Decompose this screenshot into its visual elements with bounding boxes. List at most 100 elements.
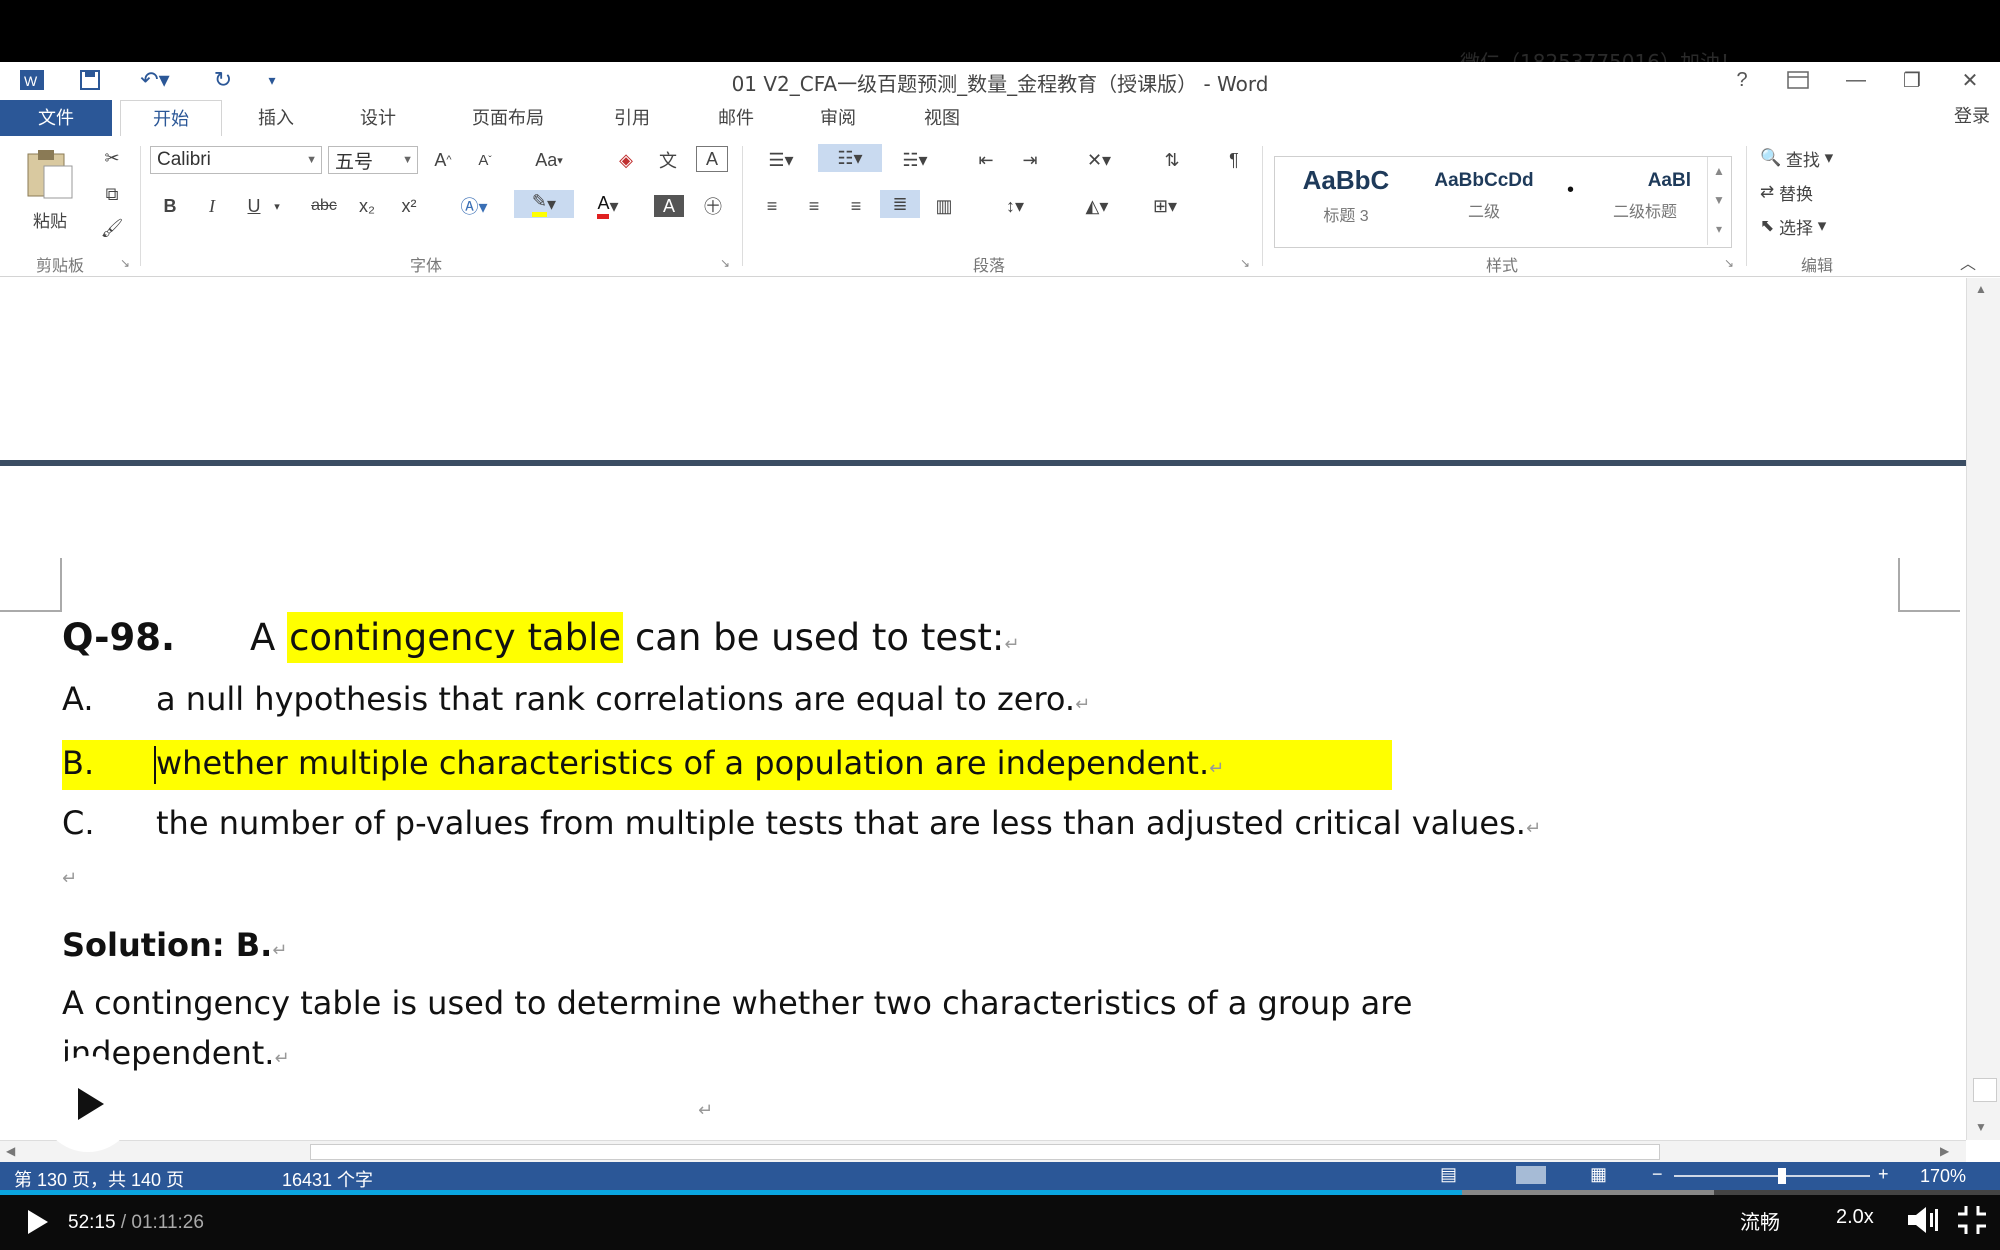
ribbon: 粘贴 ✂ ⧉ 🖌 剪贴板 ↘ Calibri ▼ 五号 ▼ A ^ Aˇ Aa ▾ ◈ … [0, 136, 2000, 277]
chevron-down-icon[interactable]: ▾ [268, 192, 286, 220]
word-count[interactable]: 16431 个字 [282, 1166, 373, 1190]
speed-button[interactable]: 2.0x [1836, 1206, 1874, 1229]
close-icon[interactable]: ✕ [1950, 66, 1990, 94]
find-button[interactable]: 🔍 查找 ▾ [1760, 144, 1880, 172]
zoom-slider[interactable] [1674, 1175, 1870, 1177]
replace-button[interactable]: ⇄ 替换 [1760, 178, 1880, 206]
subscript-button[interactable]: x₂ [352, 192, 382, 220]
align-center-icon[interactable]: ≡ [796, 192, 832, 220]
cut-icon[interactable]: ✂ [96, 144, 128, 172]
tab-review[interactable]: 审阅 [798, 100, 878, 136]
shrink-font-icon[interactable]: Aˇ [470, 146, 500, 174]
play-button[interactable] [24, 1208, 50, 1241]
zoom-slider-thumb[interactable] [1777, 1168, 1786, 1184]
zoom-out-icon[interactable]: − [1652, 1164, 1663, 1185]
borders-icon[interactable]: ⊞▾ [1138, 192, 1192, 220]
text-effects-icon[interactable]: Ⓐ▾ [454, 192, 494, 220]
line-spacing-icon[interactable]: ↕▾ [988, 192, 1042, 220]
highlight-color-icon[interactable]: ✎ ▾ [514, 190, 574, 218]
character-border-icon[interactable]: A [696, 146, 728, 172]
select-button[interactable]: ⬉ 选择 ▾ [1760, 212, 1880, 240]
phonetic-guide-icon[interactable]: 文 [652, 146, 684, 174]
volume-button[interactable] [1906, 1204, 1940, 1241]
minimize-icon[interactable]: — [1836, 66, 1876, 94]
tab-mailings[interactable]: 邮件 [696, 100, 776, 136]
tab-home[interactable]: 开始 [120, 100, 222, 138]
font-name-combo[interactable]: Calibri ▼ [150, 146, 322, 174]
multilevel-list-icon[interactable]: ☵▾ [888, 146, 942, 174]
increase-indent-icon[interactable]: ⇥ [1012, 146, 1048, 174]
collapse-ribbon-icon[interactable]: ︿ [1960, 250, 1976, 274]
scroll-right-icon[interactable]: ▶ [1940, 1144, 1949, 1158]
style-level-2[interactable]: AaBbCcDd 二级 [1421, 165, 1547, 241]
styles-scroll[interactable]: ▲ ▼ ▾ [1707, 157, 1730, 245]
vertical-scrollbar[interactable]: ▲ ▼ [1966, 278, 2000, 1140]
enclose-characters-icon[interactable]: ㊉ [696, 192, 730, 220]
progress-bar[interactable] [0, 1190, 2000, 1195]
tab-design[interactable]: 设计 [338, 100, 418, 136]
font-color-icon[interactable]: A ▾ [584, 192, 632, 220]
paragraph-launcher-icon[interactable]: ↘ [1240, 256, 1250, 270]
change-case-button[interactable]: Aa ▾ [526, 146, 572, 174]
scroll-left-icon[interactable]: ◀ [6, 1144, 15, 1158]
group-separator [742, 146, 743, 266]
group-separator [1262, 146, 1263, 266]
page-break-divider [0, 460, 1966, 466]
bold-button[interactable]: B [156, 192, 184, 220]
horizontal-scrollbar[interactable]: ◀ ▶ [0, 1140, 1966, 1163]
font-launcher-icon[interactable]: ↘ [720, 256, 730, 270]
shading-icon[interactable]: ◭▾ [1070, 192, 1124, 220]
styles-launcher-icon[interactable]: ↘ [1724, 256, 1734, 270]
ribbon-display-options-icon[interactable] [1778, 66, 1818, 94]
decrease-indent-icon[interactable]: ⇤ [968, 146, 1004, 174]
character-shading-icon[interactable]: A [654, 195, 684, 217]
zoom-in-icon[interactable]: + [1878, 1164, 1889, 1185]
sort-icon[interactable]: ⇅ [1154, 146, 1190, 174]
superscript-button[interactable]: x² [394, 192, 424, 220]
strikethrough-button[interactable]: abc [302, 192, 346, 220]
underline-button[interactable]: U [240, 192, 268, 220]
clipboard-launcher-icon[interactable]: ↘ [120, 256, 130, 270]
style-heading-3[interactable]: AaBbC 标题 3 [1281, 165, 1411, 241]
web-layout-icon[interactable]: ▦ [1590, 1164, 1607, 1185]
copy-icon[interactable]: ⧉ [96, 180, 128, 208]
clear-format-icon[interactable]: ◈ [610, 146, 642, 174]
show-marks-icon[interactable]: ¶ [1216, 146, 1252, 174]
read-mode-icon[interactable]: ▤ [1440, 1164, 1457, 1185]
vertical-scroll-thumb[interactable] [1973, 1078, 1997, 1102]
scroll-down-icon[interactable]: ▼ [1975, 1120, 1987, 1134]
align-left-icon[interactable]: ≡ [754, 192, 790, 220]
page-count[interactable]: 第 130 页，共 140 页 [14, 1166, 184, 1190]
italic-button[interactable]: I [198, 192, 226, 220]
zoom-level[interactable]: 170% [1920, 1166, 1966, 1187]
exit-fullscreen-button[interactable] [1956, 1204, 1988, 1241]
justify-icon[interactable]: ≣ [880, 190, 920, 218]
tab-layout[interactable]: 页面布局 [448, 100, 568, 136]
option-c-text: the number of p-values from multiple tes… [156, 804, 1541, 842]
login-link[interactable]: 登录 [1954, 102, 1990, 128]
big-play-button[interactable] [40, 1056, 136, 1152]
paragraph-mark: ↵ [698, 1100, 714, 1121]
restore-icon[interactable]: ❐ [1892, 66, 1932, 94]
print-layout-icon[interactable] [1516, 1166, 1546, 1184]
bullets-icon[interactable]: ☰▾ [754, 146, 808, 174]
font-size-combo[interactable]: 五号 ▼ [328, 146, 418, 174]
chinese-layout-icon[interactable]: ✕▾ [1072, 146, 1126, 174]
format-painter-icon[interactable]: 🖌 [96, 214, 128, 242]
tab-insert[interactable]: 插入 [236, 100, 316, 136]
scroll-up-icon[interactable]: ▲ [1975, 282, 1987, 296]
help-button[interactable]: ? [1722, 66, 1762, 94]
align-right-icon[interactable]: ≡ [838, 192, 874, 220]
style-level-2-heading[interactable]: AaBl 二级标题 [1585, 165, 1705, 241]
horizontal-scroll-thumb[interactable] [310, 1144, 1660, 1160]
numbering-icon[interactable]: ☷▾ [818, 144, 882, 172]
tab-file[interactable]: 文件 [0, 100, 112, 136]
quality-button[interactable]: 流畅 [1740, 1206, 1780, 1235]
total-time: 01:11:26 [131, 1212, 204, 1233]
tab-references[interactable]: 引用 [592, 100, 672, 136]
grow-font-icon[interactable]: A ^ [428, 146, 458, 174]
play-icon [28, 1210, 48, 1234]
tab-view[interactable]: 视图 [902, 100, 982, 136]
distributed-icon[interactable]: ▥ [926, 192, 962, 220]
paste-button[interactable]: 粘贴 [20, 146, 80, 236]
